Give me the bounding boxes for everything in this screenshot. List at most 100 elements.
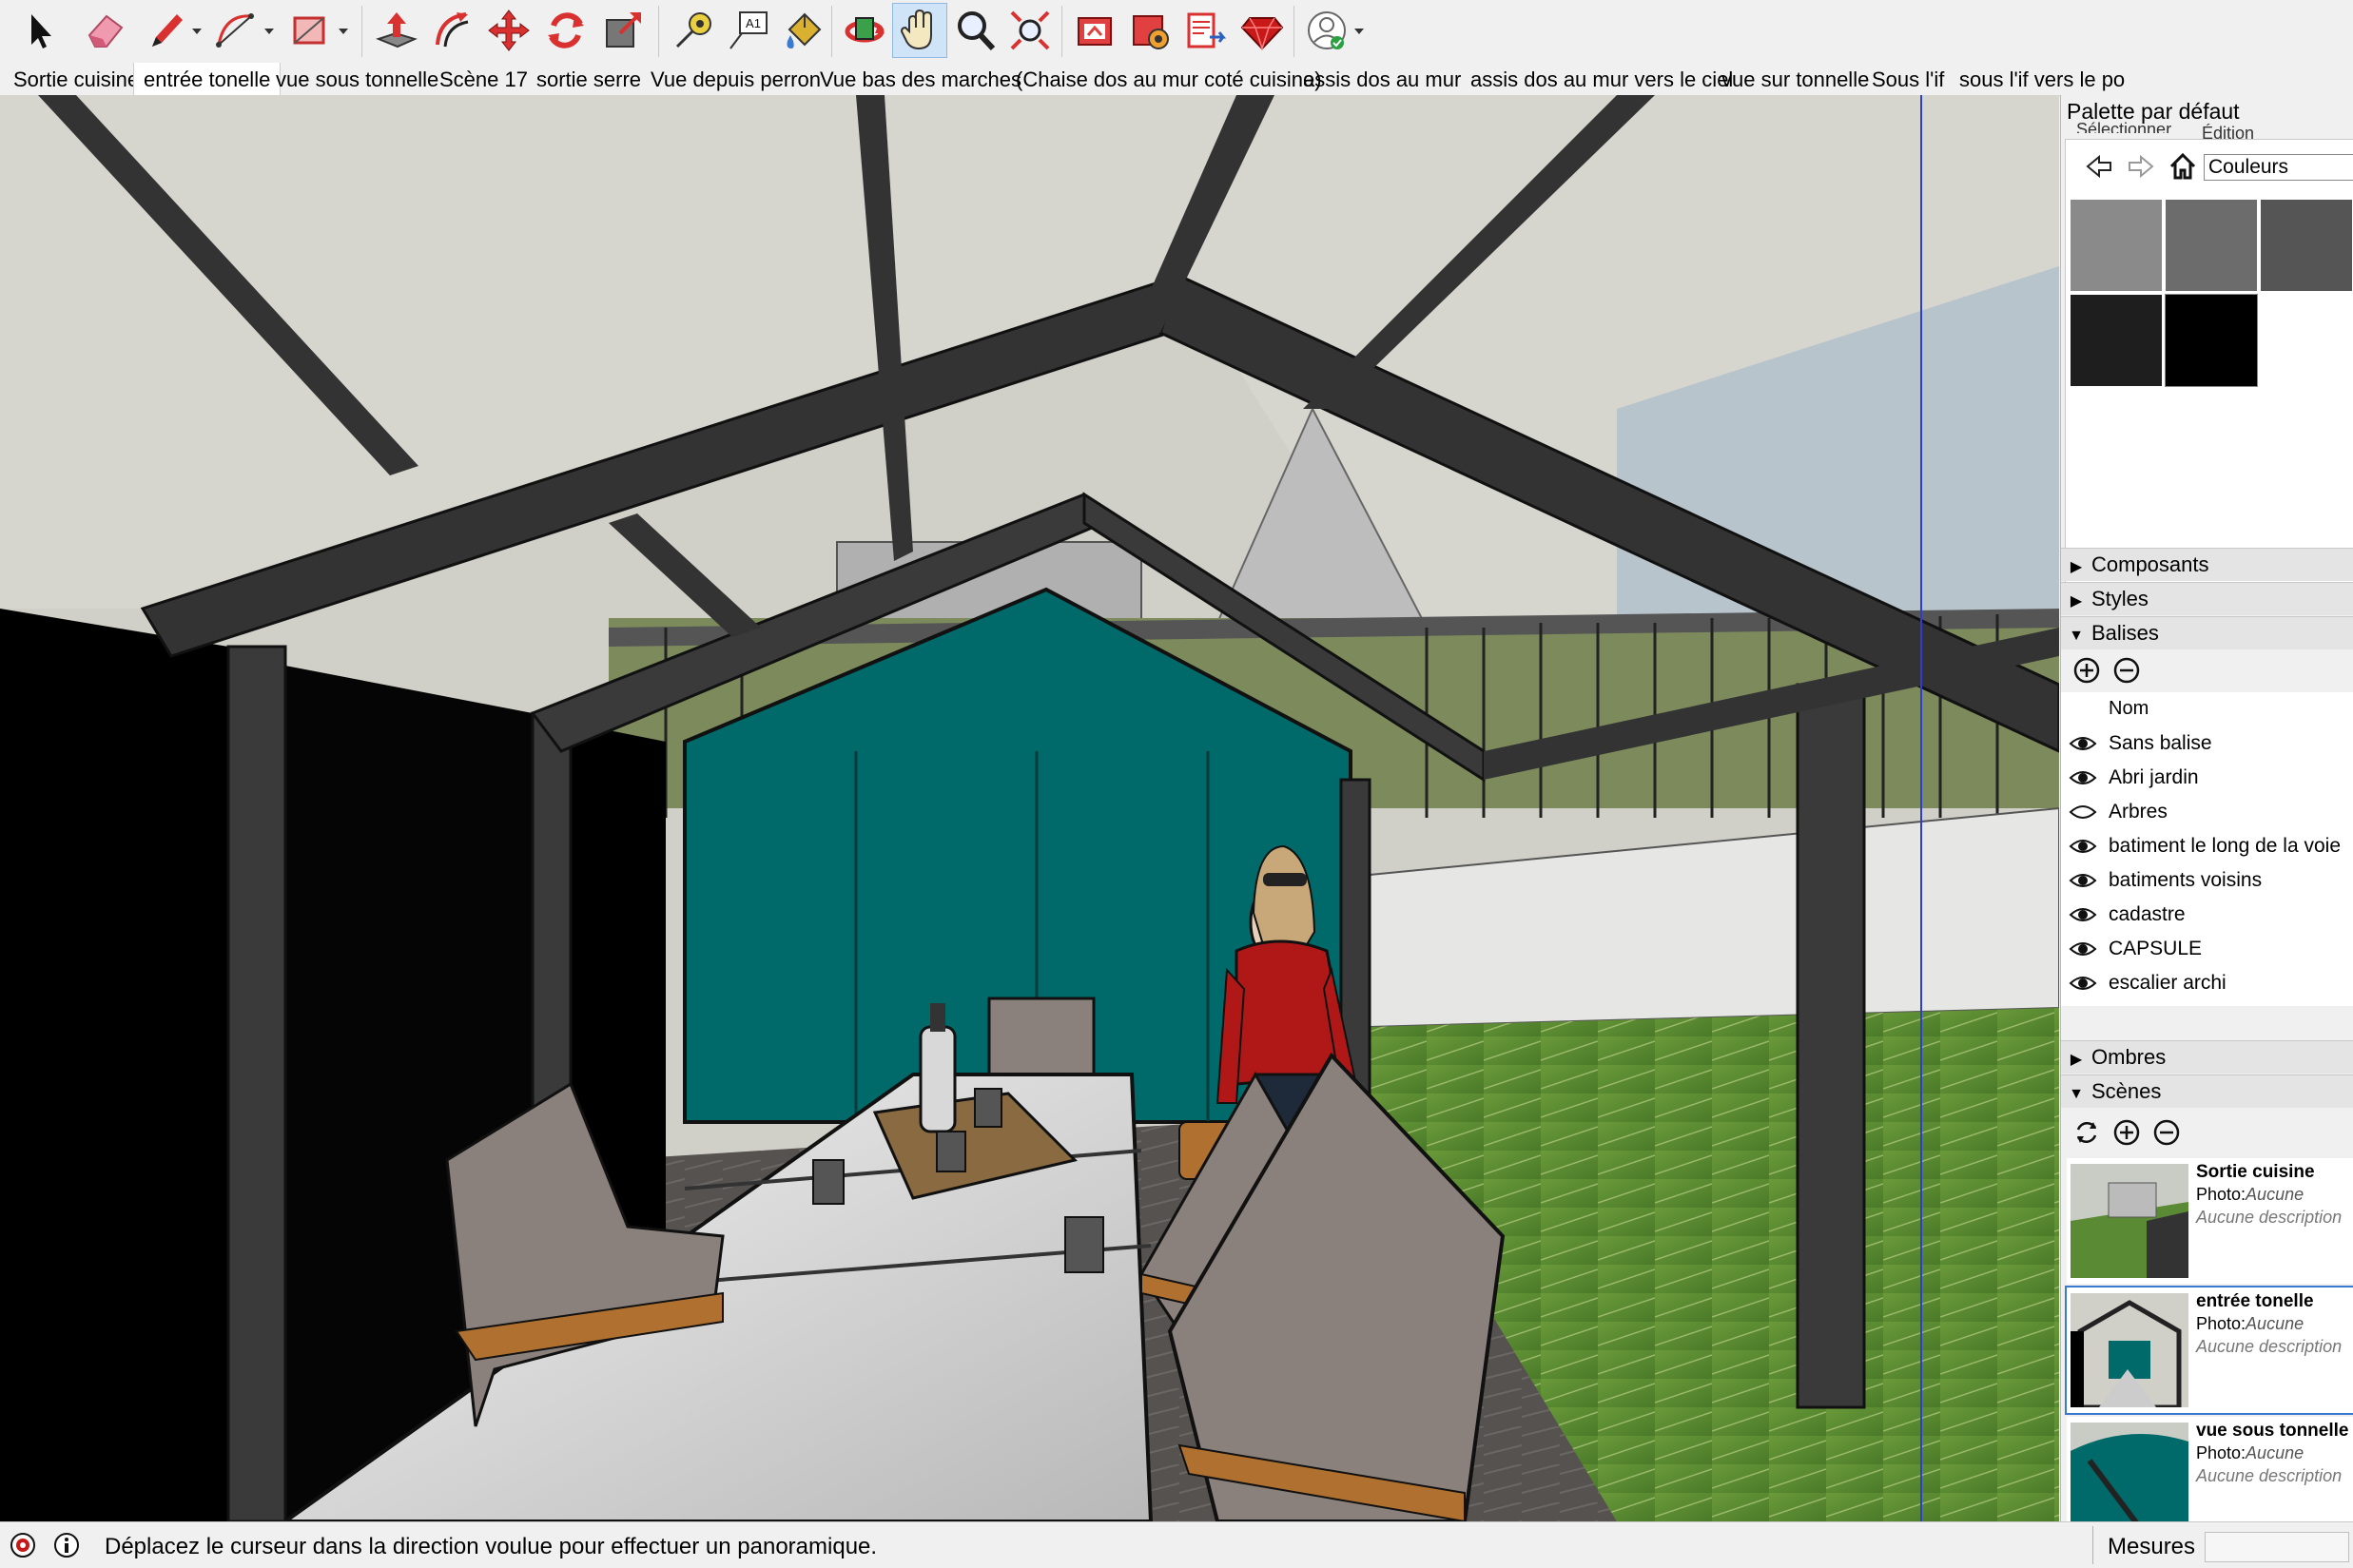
ruby-console-icon[interactable] xyxy=(1235,3,1290,58)
warehouse-icon[interactable] xyxy=(1067,3,1122,58)
zoom-tool-icon[interactable] xyxy=(947,3,1002,58)
push-pull-tool-icon[interactable] xyxy=(369,3,424,58)
orbit-tool-icon[interactable] xyxy=(837,3,892,58)
text-tool-icon[interactable]: A1 xyxy=(721,3,776,58)
tab-entree-tonelle[interactable]: entrée tonelle xyxy=(133,63,282,96)
scene-thumbnail xyxy=(2071,1423,2188,1521)
tag-row[interactable]: batiments voisins xyxy=(2061,863,2353,898)
visible-eye-icon[interactable] xyxy=(2069,905,2097,924)
measurements-label: Mesures xyxy=(2108,1534,2196,1559)
zoom-extents-tool-icon[interactable] xyxy=(1002,3,1058,58)
scene-card-active[interactable]: entrée tonelle Photo:Aucune Aucune descr… xyxy=(2065,1286,2353,1415)
scene-card[interactable]: Sortie cuisine Photo:Aucune Aucune descr… xyxy=(2067,1158,2353,1284)
scene-thumbnail xyxy=(2071,1293,2188,1407)
account-icon[interactable] xyxy=(1299,3,1354,58)
color-swatch[interactable] xyxy=(2071,295,2162,386)
eraser-tool-icon[interactable] xyxy=(78,3,133,58)
tags-column-name[interactable]: Nom xyxy=(2109,698,2149,720)
remove-tag-icon[interactable] xyxy=(2110,654,2143,687)
tab-vue-sur-tonnelle[interactable]: vue sur tonnelle xyxy=(1721,63,1869,95)
visible-eye-icon[interactable] xyxy=(2069,974,2097,993)
back-arrow-icon[interactable] xyxy=(2080,150,2118,183)
status-message: Déplacez le curseur dans la direction vo… xyxy=(105,1534,878,1559)
color-swatch[interactable] xyxy=(2071,200,2162,291)
status-bar: Déplacez le curseur dans la direction vo… xyxy=(0,1521,2353,1568)
scale-tool-icon[interactable] xyxy=(595,3,651,58)
color-swatch[interactable] xyxy=(2166,200,2257,291)
remove-scene-icon[interactable] xyxy=(2150,1116,2183,1149)
material-library-value: Couleurs xyxy=(2208,156,2289,178)
collapsed-triangle-icon: ▶ xyxy=(2070,559,2083,575)
forward-arrow-icon[interactable] xyxy=(2122,150,2160,183)
tab-sortie-cuisine[interactable]: Sortie cuisine xyxy=(13,63,139,95)
offset-tool-icon[interactable] xyxy=(424,3,479,58)
hidden-eye-icon[interactable] xyxy=(2069,803,2097,822)
extension-warehouse-icon[interactable] xyxy=(1122,3,1177,58)
account-dropdown-icon[interactable] xyxy=(1352,17,1366,46)
materials-tab-edit[interactable]: Édition xyxy=(2202,120,2254,139)
panel-shadows[interactable]: ▶ Ombres xyxy=(2061,1040,2353,1074)
pergola-scene xyxy=(0,95,2059,1521)
rotate-tool-icon[interactable] xyxy=(538,3,593,58)
arc-tool-dropdown-icon[interactable] xyxy=(263,17,276,46)
color-swatch[interactable] xyxy=(2165,294,2258,387)
panel-styles[interactable]: ▶ Styles xyxy=(2061,582,2353,615)
model-viewport[interactable] xyxy=(0,95,2059,1521)
tab-sous-l-if[interactable]: Sous l'if xyxy=(1872,63,1944,95)
line-tool-dropdown-icon[interactable] xyxy=(190,17,204,46)
material-library-select[interactable]: Couleurs xyxy=(2204,154,2353,181)
paint-bucket-tool-icon[interactable] xyxy=(776,3,831,58)
scene-card[interactable]: vue sous tonnelle Photo:Aucune Aucune de… xyxy=(2067,1417,2353,1521)
panel-components[interactable]: ▶ Composants xyxy=(2061,548,2353,581)
home-icon[interactable] xyxy=(2164,148,2202,184)
update-scene-icon[interactable] xyxy=(2071,1116,2103,1149)
tab-assis-dos-au-mur-vers-le-ciel[interactable]: assis dos au mur vers le ciel xyxy=(1470,63,1733,95)
geolocation-icon[interactable] xyxy=(6,1528,40,1562)
tag-row[interactable]: Sans balise xyxy=(2061,726,2353,761)
visible-eye-icon[interactable] xyxy=(2069,768,2097,787)
measurements-input[interactable] xyxy=(2205,1532,2349,1562)
tag-row[interactable]: Abri jardin xyxy=(2061,761,2353,795)
visible-eye-icon[interactable] xyxy=(2069,734,2097,753)
select-tool-icon[interactable] xyxy=(11,3,67,58)
default-tray: Palette par défaut Sélectionner Édition … xyxy=(2060,95,2353,1521)
tab-sous-l-if-vers-le-po[interactable]: sous l'if vers le po xyxy=(1959,63,2125,95)
rectangle-tool-dropdown-icon[interactable] xyxy=(337,17,350,46)
scene-thumbnail xyxy=(2071,1164,2188,1278)
panel-tags[interactable]: ▼ Balises xyxy=(2061,616,2353,649)
visible-eye-icon[interactable] xyxy=(2069,871,2097,890)
expanded-triangle-icon: ▼ xyxy=(2069,1086,2084,1102)
tab-scene-17[interactable]: Scène 17 xyxy=(439,63,528,95)
tag-row[interactable]: cadastre xyxy=(2061,898,2353,932)
pan-tool-icon[interactable] xyxy=(892,3,947,58)
visible-eye-icon[interactable] xyxy=(2069,837,2097,856)
color-swatch[interactable] xyxy=(2261,200,2352,291)
layout-send-icon[interactable] xyxy=(1177,3,1233,58)
tab-chaise-dos-au-mur[interactable]: (Chaise dos au mur coté cuisine) xyxy=(1016,63,1322,95)
rectangle-tool-icon[interactable] xyxy=(282,3,337,58)
add-scene-icon[interactable] xyxy=(2110,1116,2143,1149)
tab-assis-dos-au-mur[interactable]: assis dos au mur xyxy=(1303,63,1461,95)
materials-tab-select[interactable]: Sélectionner xyxy=(2076,120,2171,133)
add-tag-icon[interactable] xyxy=(2071,654,2103,687)
scene-tabs: Sortie cuisine entrée tonelle vue sous t… xyxy=(0,63,2353,96)
instructor-info-icon[interactable] xyxy=(49,1528,84,1562)
text-tool-label: A1 xyxy=(746,16,761,30)
move-tool-icon[interactable] xyxy=(481,3,536,58)
tag-row[interactable]: Arbres xyxy=(2061,795,2353,829)
tag-row[interactable]: batiment le long de la voie xyxy=(2061,829,2353,863)
tab-sortie-serre[interactable]: sortie serre xyxy=(536,63,641,95)
panel-scenes[interactable]: ▼ Scènes xyxy=(2061,1074,2353,1108)
tape-measure-tool-icon[interactable] xyxy=(666,3,721,58)
tab-vue-sous-tonnelle[interactable]: vue sous tonnelle xyxy=(276,63,438,95)
tab-vue-depuis-perron[interactable]: Vue depuis perron xyxy=(651,63,821,95)
line-tool-icon[interactable] xyxy=(139,3,194,58)
arc-tool-icon[interactable] xyxy=(207,3,263,58)
tag-row[interactable]: CAPSULE xyxy=(2061,932,2353,966)
main-toolbar: A1 xyxy=(0,0,2353,64)
collapsed-triangle-icon: ▶ xyxy=(2070,1052,2083,1068)
tab-vue-bas-des-marches[interactable]: Vue bas des marches xyxy=(820,63,1021,95)
visible-eye-icon[interactable] xyxy=(2069,939,2097,958)
expanded-triangle-icon: ▼ xyxy=(2069,628,2084,644)
tag-row[interactable]: escalier archi xyxy=(2061,966,2353,1000)
